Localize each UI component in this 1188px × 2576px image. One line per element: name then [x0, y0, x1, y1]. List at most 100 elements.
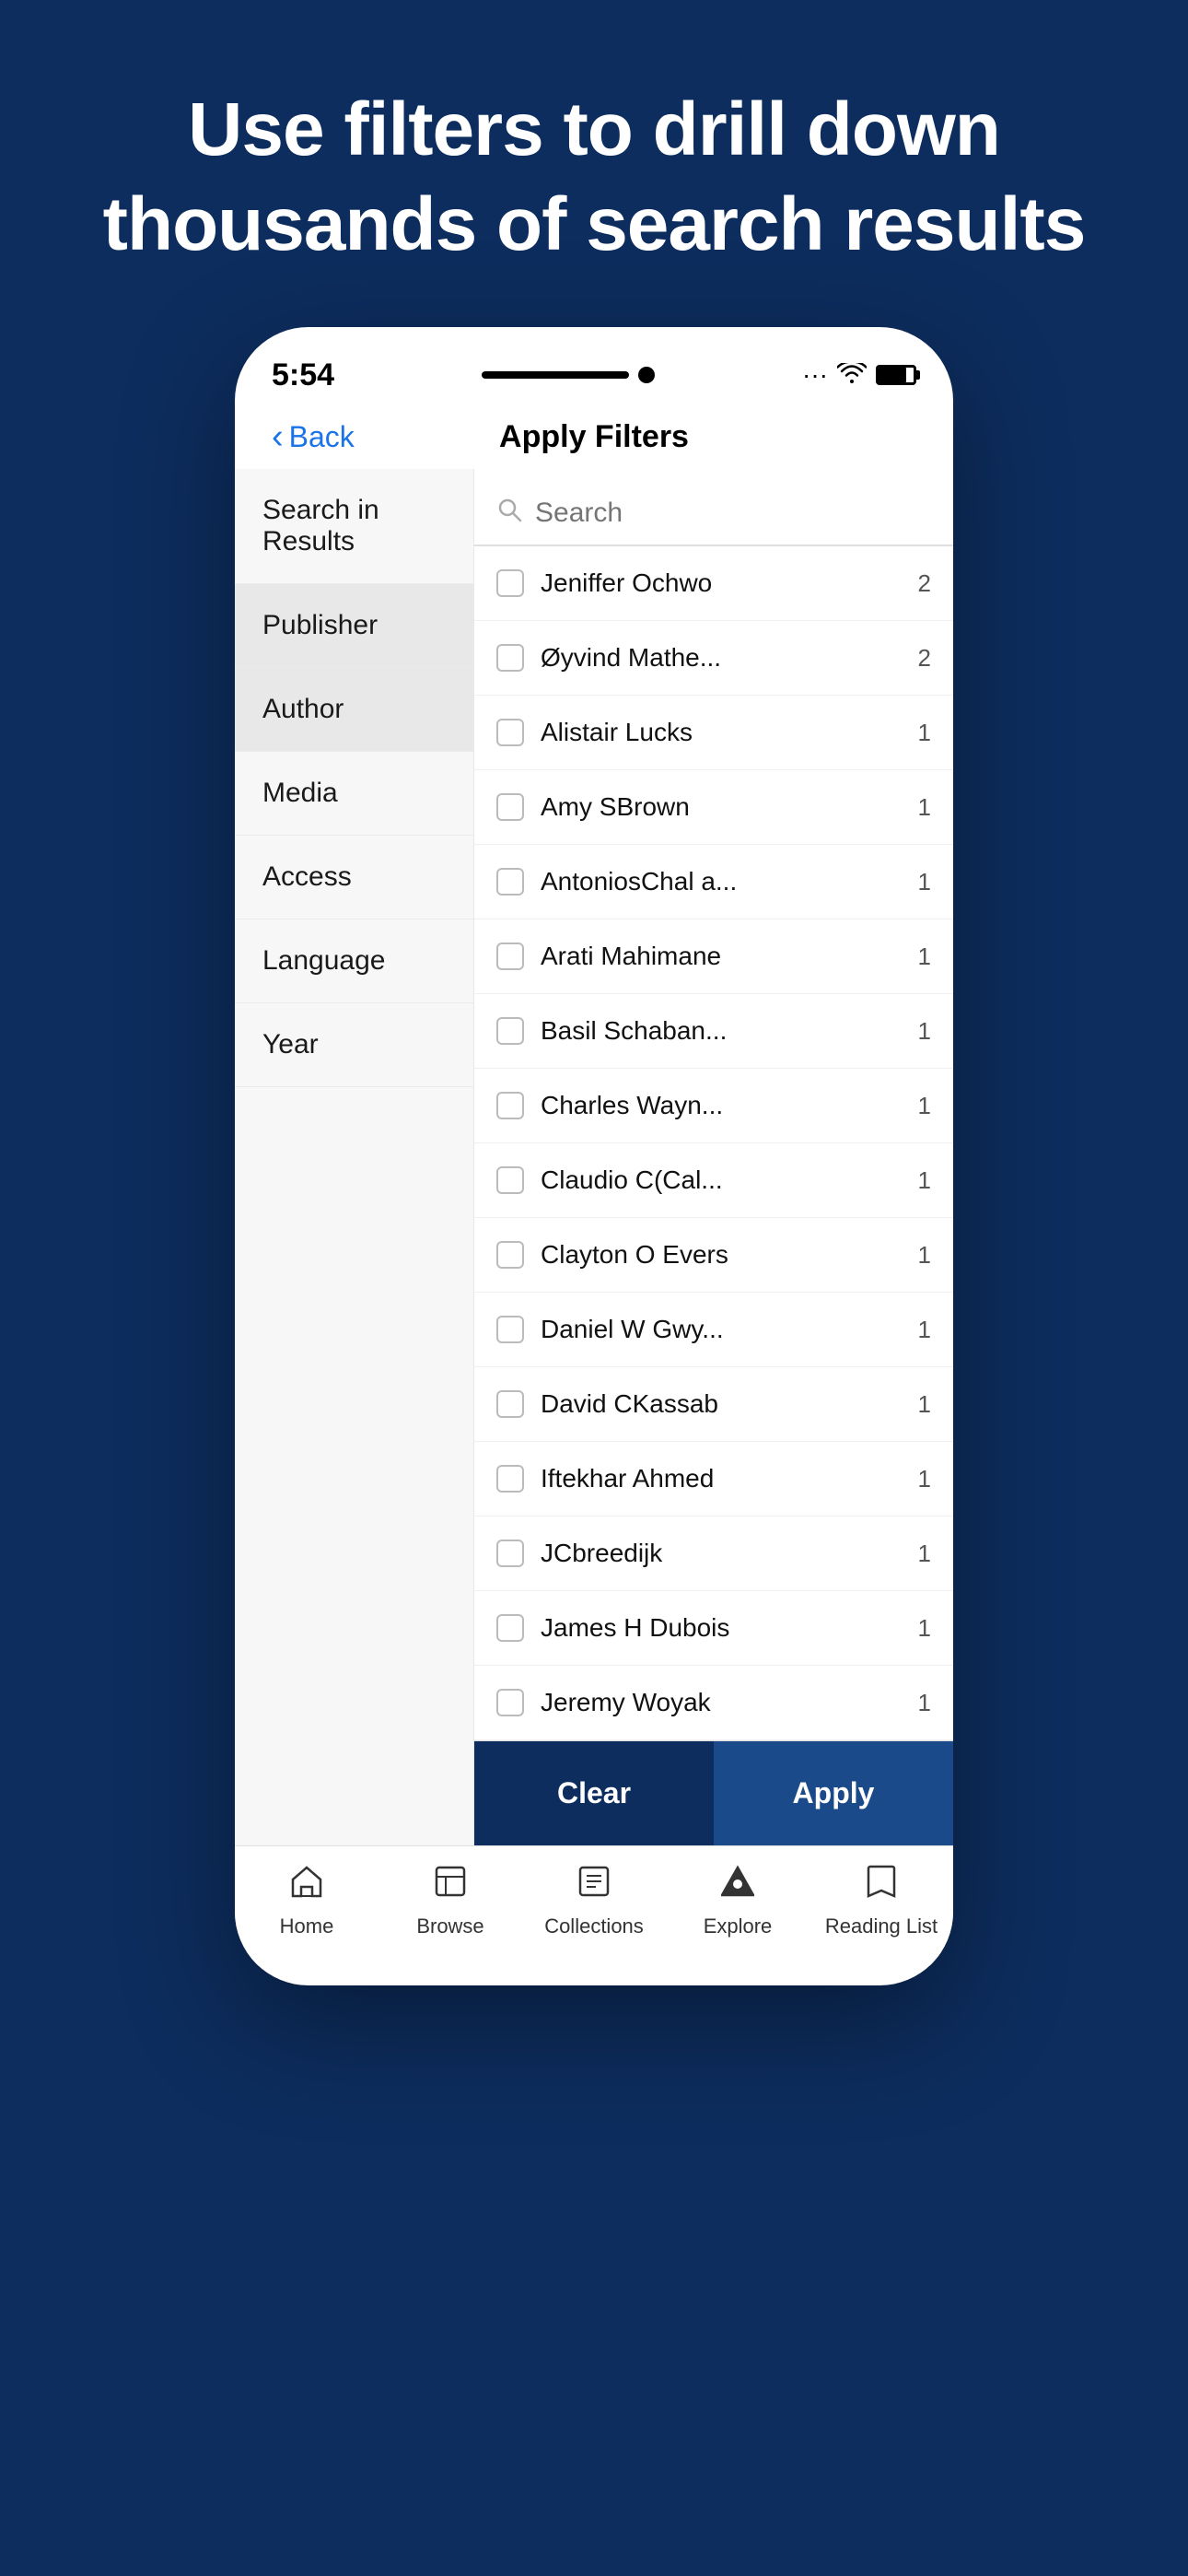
filter-checkbox[interactable]	[496, 1166, 524, 1194]
filter-row[interactable]: Jeremy Woyak 1	[474, 1666, 953, 1740]
phone-frame: 5:54 ··· ‹ Back Apply Fil	[235, 327, 953, 1985]
status-icons: ···	[802, 360, 916, 390]
filter-label: Charles Wayn...	[541, 1091, 892, 1120]
filter-checkbox[interactable]	[496, 1092, 524, 1119]
filter-label: JCbreedijk	[541, 1539, 892, 1568]
filter-label: Iftekhar Ahmed	[541, 1464, 892, 1493]
filter-checkbox[interactable]	[496, 1241, 524, 1269]
filter-label: David CKassab	[541, 1389, 892, 1419]
filter-checkbox[interactable]	[496, 1540, 524, 1567]
filter-count: 1	[909, 1540, 931, 1568]
filter-checkbox[interactable]	[496, 1390, 524, 1418]
filter-checkbox[interactable]	[496, 1465, 524, 1493]
filter-checkbox[interactable]	[496, 1316, 524, 1343]
filter-row[interactable]: Charles Wayn... 1	[474, 1069, 953, 1143]
tab-explore[interactable]: Explore	[666, 1865, 809, 1938]
tab-home-label: Home	[280, 1914, 334, 1938]
tab-home[interactable]: Home	[235, 1865, 379, 1938]
filter-count: 1	[909, 1614, 931, 1643]
filter-count: 1	[909, 1017, 931, 1046]
filter-checkbox[interactable]	[496, 1017, 524, 1045]
filter-list: Jeniffer Ochwo 2 Øyvind Mathe... 2 Alist…	[474, 546, 953, 1740]
filter-count: 1	[909, 1390, 931, 1419]
search-bar	[474, 469, 953, 546]
collections-icon	[577, 1865, 611, 1907]
filter-label: Basil Schaban...	[541, 1016, 892, 1046]
back-label: Back	[289, 420, 355, 454]
filter-row[interactable]: David CKassab 1	[474, 1367, 953, 1442]
tab-explore-label: Explore	[704, 1914, 773, 1938]
sidebar-item-search-in-results[interactable]: Search in Results	[235, 469, 473, 584]
filter-label: Claudio C(Cal...	[541, 1165, 892, 1195]
back-button[interactable]: ‹ Back	[272, 419, 355, 454]
wifi-icon	[837, 360, 867, 390]
filter-count: 1	[909, 793, 931, 822]
filter-checkbox[interactable]	[496, 943, 524, 970]
more-icon: ···	[802, 360, 828, 390]
filter-checkbox[interactable]	[496, 569, 524, 597]
home-icon	[289, 1865, 324, 1907]
search-input[interactable]	[535, 498, 931, 529]
sidebar-item-language[interactable]: Language	[235, 919, 473, 1003]
filter-count: 1	[909, 1241, 931, 1270]
filter-count: 1	[909, 1465, 931, 1493]
filter-row[interactable]: Øyvind Mathe... 2	[474, 621, 953, 696]
tab-collections[interactable]: Collections	[522, 1865, 666, 1938]
filter-label: Alistair Lucks	[541, 718, 892, 747]
explore-icon	[721, 1865, 754, 1907]
filter-row[interactable]: Amy SBrown 1	[474, 770, 953, 845]
filter-count: 1	[909, 1092, 931, 1120]
filter-count: 1	[909, 1689, 931, 1717]
filter-count: 1	[909, 1166, 931, 1195]
filter-label: Clayton O Evers	[541, 1240, 892, 1270]
filter-row[interactable]: Basil Schaban... 1	[474, 994, 953, 1069]
sidebar-item-publisher[interactable]: Publisher	[235, 584, 473, 668]
right-panel: Jeniffer Ochwo 2 Øyvind Mathe... 2 Alist…	[474, 469, 953, 1845]
filter-row[interactable]: James H Dubois 1	[474, 1591, 953, 1666]
sidebar-item-author[interactable]: Author	[235, 668, 473, 752]
tab-browse-label: Browse	[416, 1914, 483, 1938]
tab-reading-list[interactable]: Reading List	[809, 1865, 953, 1938]
reading-list-icon	[867, 1865, 896, 1907]
filter-label: Amy SBrown	[541, 792, 892, 822]
filter-sidebar: Search in Results Publisher Author Media…	[235, 469, 474, 1845]
filter-checkbox[interactable]	[496, 1689, 524, 1716]
filter-row[interactable]: Jeniffer Ochwo 2	[474, 546, 953, 621]
search-icon	[496, 497, 522, 530]
filter-checkbox[interactable]	[496, 868, 524, 896]
filter-count: 2	[909, 644, 931, 673]
battery-icon	[876, 365, 916, 385]
filter-count: 1	[909, 1316, 931, 1344]
main-content: Search in Results Publisher Author Media…	[235, 469, 953, 1845]
filter-label: AntoniosChal a...	[541, 867, 892, 896]
sidebar-item-access[interactable]: Access	[235, 836, 473, 919]
filter-label: Arati Mahimane	[541, 942, 892, 971]
hero-title: Use filters to drill down thousands of s…	[0, 0, 1188, 327]
action-buttons: Clear Apply	[474, 1740, 953, 1845]
filter-count: 1	[909, 719, 931, 747]
filter-row[interactable]: Clayton O Evers 1	[474, 1218, 953, 1293]
filter-row[interactable]: AntoniosChal a... 1	[474, 845, 953, 919]
clear-button[interactable]: Clear	[474, 1741, 714, 1845]
browse-icon	[434, 1865, 467, 1907]
filter-row[interactable]: Daniel W Gwy... 1	[474, 1293, 953, 1367]
tab-reading-list-label: Reading List	[825, 1914, 938, 1938]
filter-count: 1	[909, 943, 931, 971]
filter-count: 2	[909, 569, 931, 598]
filter-checkbox[interactable]	[496, 644, 524, 672]
sidebar-item-year[interactable]: Year	[235, 1003, 473, 1087]
filter-row[interactable]: Claudio C(Cal... 1	[474, 1143, 953, 1218]
filter-checkbox[interactable]	[496, 719, 524, 746]
sidebar-item-media[interactable]: Media	[235, 752, 473, 836]
filter-row[interactable]: Alistair Lucks 1	[474, 696, 953, 770]
tab-browse[interactable]: Browse	[379, 1865, 522, 1938]
filter-checkbox[interactable]	[496, 793, 524, 821]
filter-label: James H Dubois	[541, 1613, 892, 1643]
filter-checkbox[interactable]	[496, 1614, 524, 1642]
filter-row[interactable]: JCbreedijk 1	[474, 1516, 953, 1591]
apply-button[interactable]: Apply	[714, 1741, 953, 1845]
filter-row[interactable]: Arati Mahimane 1	[474, 919, 953, 994]
filter-row[interactable]: Iftekhar Ahmed 1	[474, 1442, 953, 1516]
filter-label: Daniel W Gwy...	[541, 1315, 892, 1344]
time-display: 5:54	[272, 357, 334, 393]
